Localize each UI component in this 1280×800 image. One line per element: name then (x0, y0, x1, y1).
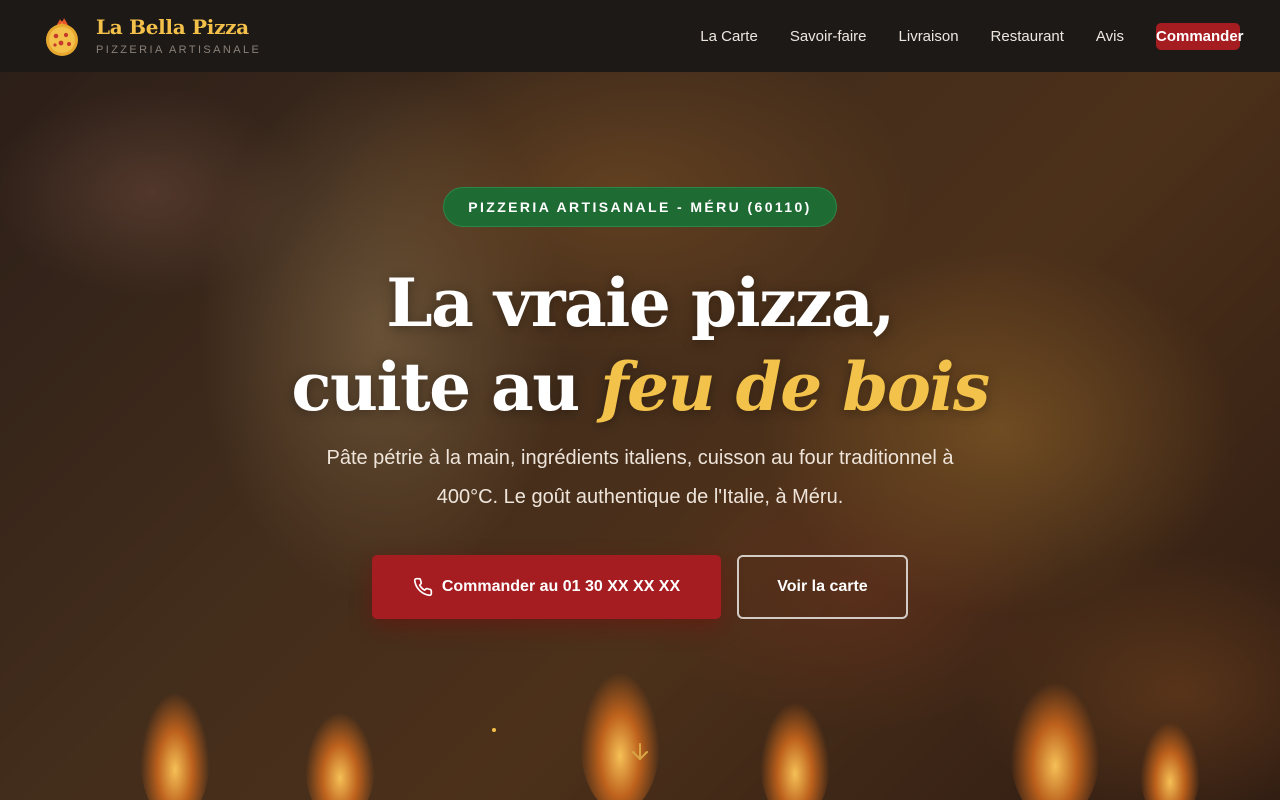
nav-link-restaurant[interactable]: Restaurant (991, 28, 1064, 45)
location-badge: PIZZERIA ARTISANALE - MÉRU (60110) (443, 187, 837, 227)
hero-subtitle: Pâte pétrie à la main, ingrédients itali… (326, 447, 954, 508)
headline-accent: feu de bois (600, 348, 990, 426)
brand[interactable]: La Bella Pizza PIZZERIA ARTISANALE (44, 16, 261, 56)
decorative-dot (492, 728, 496, 732)
nav-link-avis[interactable]: Avis (1096, 28, 1124, 45)
hero-cta-row: Commander au 01 30 XX XX XX Voir la cart… (372, 555, 908, 619)
main-nav: La Carte Savoir-faire Livraison Restaura… (668, 22, 1244, 50)
nav-link-la-carte[interactable]: La Carte (700, 28, 758, 45)
call-to-order-button[interactable]: Commander au 01 30 XX XX XX (372, 555, 721, 619)
view-menu-button[interactable]: Voir la carte (737, 555, 908, 619)
nav-link-livraison[interactable]: Livraison (899, 28, 959, 45)
site-header: La Bella Pizza PIZZERIA ARTISANALE La Ca… (0, 0, 1280, 72)
headline-line-2-prefix: cuite au (291, 348, 601, 426)
call-to-order-label: Commander au 01 30 XX XX XX (441, 578, 681, 595)
pizza-logo-icon (44, 16, 80, 56)
nav-link-savoir-faire[interactable]: Savoir-faire (790, 28, 867, 45)
brand-tagline: PIZZERIA ARTISANALE (96, 44, 262, 56)
phone-icon (413, 577, 432, 597)
headline-line-1: La vraie pizza, (386, 264, 895, 342)
hero-headline: La vraie pizza, cuite au feu de bois (291, 261, 990, 429)
order-button[interactable]: Commander (1156, 22, 1244, 50)
hero-section: PIZZERIA ARTISANALE - MÉRU (60110) La vr… (0, 72, 1280, 800)
brand-name: La Bella Pizza (96, 15, 249, 39)
arrow-down-icon[interactable] (628, 740, 652, 769)
